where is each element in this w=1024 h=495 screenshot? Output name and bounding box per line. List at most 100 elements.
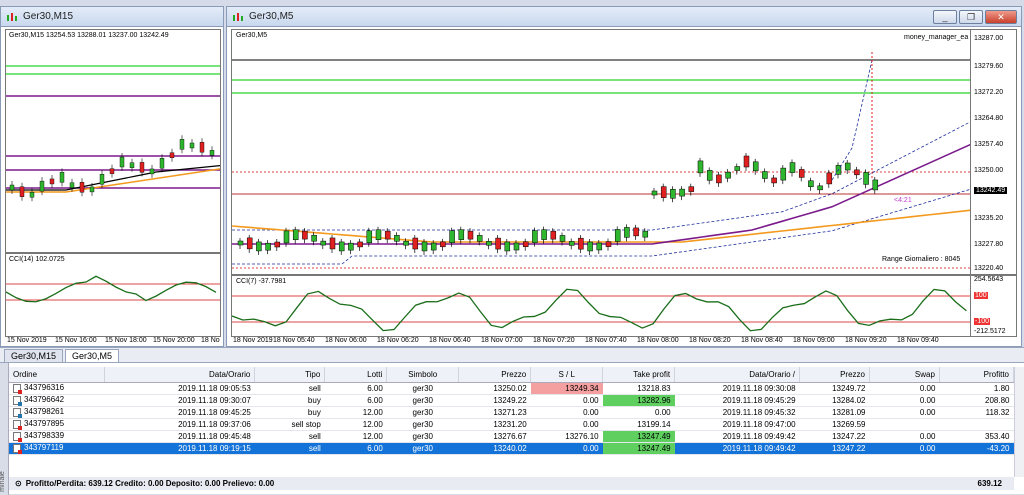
table-row[interactable]: 343798339 2019.11.18 09:45:48 sell 12.00 ger… bbox=[9, 430, 1014, 443]
cell-cprice: 13247.22 bbox=[799, 442, 870, 455]
tab-ger30-m15[interactable]: Ger30,M15 bbox=[4, 349, 64, 362]
summary-text: Profitto/Perdita: 639.12 Credito: 0.00 D… bbox=[25, 479, 275, 488]
tab-ger30-m5[interactable]: Ger30,M5 bbox=[65, 349, 120, 362]
time-label: 18 Nov 06:00 bbox=[325, 337, 367, 344]
candle bbox=[817, 185, 823, 191]
table-row[interactable]: 343798261 2019.11.18 09:45:25 buy 12.00 ger3… bbox=[9, 406, 1014, 419]
col-header[interactable]: Take profit bbox=[602, 367, 676, 383]
price-label: 13227.80 bbox=[974, 241, 1004, 248]
chart-window-m15[interactable]: Ger30,M15 Ger30,M15 13254.53 13288.01 13… bbox=[0, 6, 224, 347]
cell-type: sell bbox=[254, 442, 325, 455]
candle bbox=[394, 235, 400, 242]
table-row[interactable]: 343796316 2019.11.18 09:05:53 sell 6.00 ger3… bbox=[9, 382, 1014, 395]
cell-time: 2019.11.18 09:45:25 bbox=[104, 406, 255, 419]
cell-value: sell bbox=[308, 383, 321, 393]
cell-value: -43.20 bbox=[986, 443, 1010, 453]
cell-type: buy bbox=[254, 394, 325, 407]
cell-profit: 118.32 bbox=[939, 406, 1014, 419]
time-label: 18 Nov 05:40 bbox=[273, 337, 315, 344]
time-label: 18 Nov 07:20 bbox=[533, 337, 575, 344]
cell-value: 1.80 bbox=[993, 383, 1010, 393]
candle bbox=[458, 229, 465, 240]
candle bbox=[467, 230, 474, 240]
cell-symbol: ger30 bbox=[386, 394, 459, 407]
cell-value: 13276.67 bbox=[493, 431, 527, 441]
cell-value: 13249.34 bbox=[565, 383, 599, 393]
cell-time: 2019.11.18 09:37:06 bbox=[104, 418, 255, 431]
cell-value: 2019.11.18 09:30:08 bbox=[722, 383, 796, 393]
candle bbox=[19, 186, 25, 197]
col-header[interactable]: Tipo bbox=[254, 367, 326, 383]
minimize-button[interactable]: _ bbox=[933, 10, 957, 24]
cell-symbol: ger30 bbox=[386, 430, 459, 443]
cell-order: 343798339 bbox=[9, 430, 105, 443]
candle bbox=[568, 241, 575, 246]
table-row[interactable]: 343796642 2019.11.18 09:30:07 buy 6.00 ger30… bbox=[9, 394, 1014, 407]
cell-value: 2019.11.18 09:45:32 bbox=[722, 407, 796, 417]
window-title-bar[interactable]: Ger30,M15 bbox=[1, 7, 223, 27]
time-axis: 18 Nov 2019 18 Nov 05:40 18 Nov 06:00 18 No… bbox=[231, 337, 971, 347]
ticket-icon bbox=[13, 431, 22, 442]
cci-line bbox=[232, 288, 967, 332]
col-header[interactable]: Swap bbox=[869, 367, 940, 383]
cell-order: 343798261 bbox=[9, 406, 105, 419]
cell-lots: 12.00 bbox=[324, 430, 387, 443]
table-row[interactable]: 343797895 2019.11.18 09:37:06 sell stop 12.… bbox=[9, 418, 1014, 431]
col-header[interactable]: Prezzo bbox=[799, 367, 870, 383]
cell-value: 0.00 bbox=[655, 407, 671, 417]
cell-value: 12.00 bbox=[362, 419, 383, 429]
window-title-bar[interactable]: Ger30,M5 _ ❐ ✕ bbox=[227, 7, 1021, 27]
candle bbox=[808, 180, 814, 187]
col-header[interactable]: Profitto bbox=[939, 367, 1015, 383]
cci-chart-m5[interactable]: CCI(7) -37.7981 254.5643 100 -100 -212.5172 bbox=[231, 275, 1017, 337]
candle bbox=[559, 235, 566, 242]
cell-order: 343796316 bbox=[9, 382, 105, 395]
time-label: 18 Nov 07:00 bbox=[481, 337, 523, 344]
cell-value: 0.00 bbox=[583, 395, 599, 405]
terminal-side-handle[interactable]: minale bbox=[0, 363, 9, 495]
col-header[interactable]: Simbolo bbox=[386, 367, 460, 383]
price-chart-m5[interactable]: Ger30,M5 money_manager_ea ☺ Range Giorna… bbox=[231, 29, 1017, 275]
cci-chart-m15[interactable]: CCI(14) 102.0725 bbox=[5, 253, 221, 337]
time-label: 18 Nov 09:40 bbox=[897, 337, 939, 344]
price-label: 13264.80 bbox=[974, 115, 1004, 122]
candle bbox=[109, 168, 115, 174]
candle bbox=[863, 172, 869, 185]
window-title: Ger30,M5 bbox=[249, 11, 294, 22]
close-button[interactable]: ✕ bbox=[985, 10, 1017, 24]
col-header[interactable]: Lotti bbox=[324, 367, 388, 383]
price-chart-m15[interactable]: Ger30,M15 13254.53 13288.01 13237.00 132… bbox=[5, 29, 221, 253]
col-header[interactable]: Data/Orario / bbox=[674, 367, 801, 383]
cell-value: 343796316 bbox=[24, 383, 65, 393]
cell-tp: 13218.83 bbox=[602, 382, 675, 395]
time-label: 18 No bbox=[201, 337, 220, 344]
cell-value: 12.00 bbox=[362, 407, 383, 417]
col-header[interactable]: Data/Orario bbox=[104, 367, 256, 383]
candle bbox=[734, 166, 741, 171]
candle bbox=[99, 174, 105, 185]
restore-button[interactable]: ❐ bbox=[959, 10, 983, 24]
cell-value: sell bbox=[308, 443, 321, 453]
ticket-icon bbox=[13, 383, 22, 394]
time-label: 18 Nov 06:20 bbox=[377, 337, 419, 344]
col-header[interactable]: Ordine bbox=[9, 367, 106, 383]
cell-value: 13231.20 bbox=[493, 419, 527, 429]
candle bbox=[854, 169, 860, 176]
cell-type: sell bbox=[254, 430, 325, 443]
col-header[interactable]: S / L bbox=[530, 367, 604, 383]
cell-cprice: 13247.22 bbox=[799, 430, 870, 443]
price-label: 13242.49 bbox=[974, 187, 1008, 194]
table-row[interactable]: 343797119 2019.11.18 09:19:15 sell 6.00 ger3… bbox=[9, 442, 1014, 455]
candle bbox=[679, 188, 685, 197]
cell-swap: 0.00 bbox=[869, 430, 940, 443]
candle bbox=[348, 242, 354, 251]
chart-window-m5[interactable]: Ger30,M5 _ ❐ ✕ Ger30,M5 money_manager_ea… bbox=[226, 6, 1022, 347]
cell-price: 13271.23 bbox=[458, 406, 531, 419]
candle bbox=[384, 230, 391, 240]
candle bbox=[357, 241, 363, 248]
cell-value: 0.00 bbox=[583, 407, 599, 417]
candle bbox=[476, 235, 483, 242]
vertical-scrollbar[interactable] bbox=[1014, 367, 1024, 477]
candle bbox=[706, 170, 713, 181]
col-header[interactable]: Prezzo bbox=[458, 367, 532, 383]
